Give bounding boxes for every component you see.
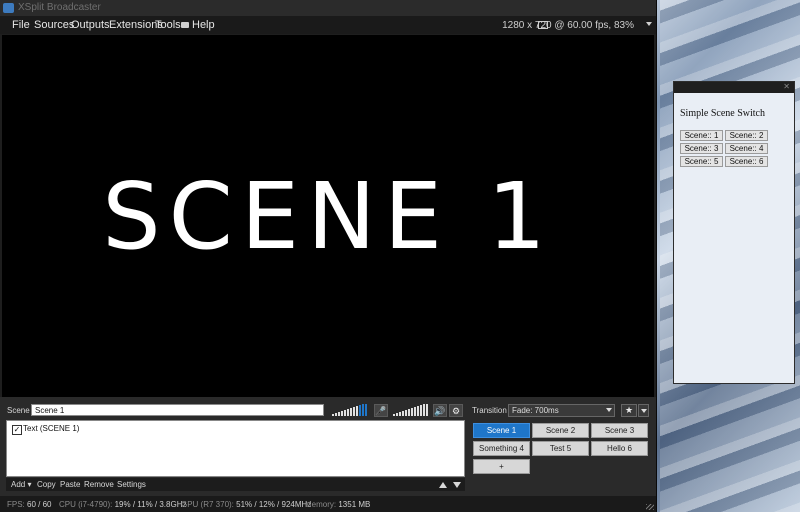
transition-select[interactable]: Fade: 700ms <box>508 404 615 417</box>
paste-button[interactable]: Paste <box>60 480 80 489</box>
scene-button-5[interactable]: Test 5 <box>532 441 589 456</box>
scene-button-6[interactable]: Hello 6 <box>591 441 648 456</box>
app-logo-icon <box>3 3 14 13</box>
memory-status: Memory: 1351 MB <box>305 500 371 509</box>
scene-button-3[interactable]: Scene 3 <box>591 423 648 438</box>
fps-status: FPS: 60 / 60 <box>7 500 52 509</box>
switch-scene-6-button[interactable]: Scene:: 6 <box>725 156 768 167</box>
speaker-level-meter <box>393 404 431 416</box>
scene-button-4[interactable]: Something 4 <box>473 441 530 456</box>
help-icon <box>181 22 189 28</box>
source-checkbox[interactable]: ✓ <box>12 425 22 435</box>
copy-button[interactable]: Copy <box>37 480 56 489</box>
gear-icon[interactable]: ⚙ <box>449 404 463 417</box>
source-toolbar: Add ▾ Copy Paste Remove Settings <box>6 478 465 491</box>
speaker-icon[interactable]: 🔊 <box>433 404 447 417</box>
resolution-readout[interactable]: 1280 x 720 @ 60.00 fps, 83% <box>502 20 634 31</box>
resize-grip-icon[interactable] <box>646 504 654 510</box>
transition-label: Transition <box>472 406 507 415</box>
chevron-down-icon[interactable] <box>646 22 652 26</box>
switch-scene-5-button[interactable]: Scene:: 5 <box>680 156 723 167</box>
title-bar[interactable]: XSplit Broadcaster <box>0 0 656 16</box>
menu-outputs[interactable]: Outputs <box>71 19 110 31</box>
menu-help[interactable]: Help <box>192 19 215 31</box>
cpu-status: CPU (i7-4790): 19% / 11% / 3.8GHz <box>59 500 187 509</box>
switch-scene-4-button[interactable]: Scene:: 4 <box>725 143 768 154</box>
menu-sources[interactable]: Sources <box>34 19 74 31</box>
preview-scene-text: SCENE 1 <box>102 162 554 270</box>
scene-button-2[interactable]: Scene 2 <box>532 423 589 438</box>
move-down-icon[interactable] <box>453 482 461 488</box>
settings-button[interactable]: Settings <box>117 480 146 489</box>
source-item-label[interactable]: Text (SCENE 1) <box>23 424 79 433</box>
scene-label: Scene <box>7 406 30 415</box>
close-icon[interactable]: ✕ <box>783 82 790 91</box>
switch-scene-3-button[interactable]: Scene:: 3 <box>680 143 723 154</box>
switch-scene-2-button[interactable]: Scene:: 2 <box>725 130 768 141</box>
preview-canvas[interactable]: SCENE 1 <box>2 35 654 397</box>
scene-button-1[interactable]: Scene 1 <box>473 423 530 438</box>
gpu-status: GPU (R7 370): 51% / 12% / 924MHz <box>181 500 312 509</box>
scene-switcher-window: ✕ Simple Scene Switch Scene:: 1 Scene:: … <box>673 81 795 384</box>
add-source-button[interactable]: Add ▾ <box>11 480 31 489</box>
app-window: XSplit Broadcaster File Sources Outputs … <box>0 0 657 512</box>
switch-scene-1-button[interactable]: Scene:: 1 <box>680 130 723 141</box>
switcher-heading: Simple Scene Switch <box>680 108 765 119</box>
menu-file[interactable]: File <box>12 19 30 31</box>
microphone-icon[interactable]: 🎤 <box>374 404 388 417</box>
menu-tools[interactable]: Tools <box>155 19 181 31</box>
star-dropdown-button[interactable] <box>638 404 649 417</box>
remove-button[interactable]: Remove <box>84 480 114 489</box>
chevron-down-icon <box>606 408 612 412</box>
add-scene-button[interactable]: + <box>473 459 530 474</box>
switcher-title-bar[interactable]: ✕ <box>674 82 794 93</box>
window-title: XSplit Broadcaster <box>18 2 101 13</box>
move-up-icon[interactable] <box>439 482 447 488</box>
star-icon[interactable]: ★ <box>621 404 637 417</box>
microphone-level-meter <box>332 404 370 416</box>
scene-name-input[interactable]: Scene 1 <box>31 404 324 416</box>
source-list[interactable]: ✓ Text (SCENE 1) <box>6 420 465 477</box>
